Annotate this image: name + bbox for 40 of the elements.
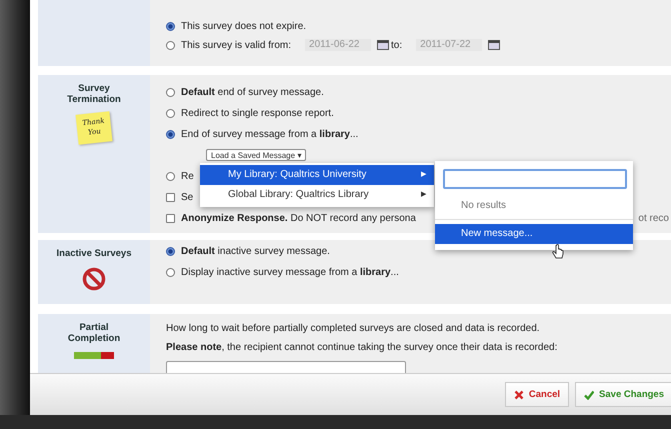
- search-field[interactable]: [443, 169, 627, 189]
- section-heading: Inactive Surveys: [56, 248, 132, 259]
- new-message-item[interactable]: New message...: [435, 224, 633, 244]
- section-heading: Survey Termination: [66, 83, 122, 105]
- radio-button[interactable]: [166, 268, 175, 276]
- to-label: to:: [391, 40, 402, 50]
- prohibited-icon: [82, 267, 106, 291]
- option-label: Redirect to single response report.: [181, 108, 334, 118]
- description-text: Please note, the recipient cannot continue taking the survey once their data is recorded:: [166, 342, 558, 353]
- radio-button[interactable]: [166, 246, 175, 256]
- option-label: Display inactive survey message from a library...: [181, 266, 399, 278]
- option-label: ot reco: [638, 212, 670, 224]
- option-label: End of survey message from a library...: [181, 128, 358, 140]
- radio-button[interactable]: [166, 88, 175, 96]
- radio-button[interactable]: [166, 108, 175, 118]
- option-label: Anonymize Response. Do NOT record any persona: [181, 212, 416, 224]
- radio-button[interactable]: [166, 22, 175, 30]
- calendar-icon[interactable]: [377, 40, 390, 50]
- radio-button[interactable]: [166, 40, 175, 50]
- no-results-text: No results: [435, 193, 633, 220]
- option-label: Re: [181, 170, 194, 182]
- check-icon: [584, 390, 594, 400]
- calendar-icon[interactable]: [488, 40, 500, 50]
- option-label: Default end of survey message.: [181, 86, 324, 98]
- checkbox[interactable]: [166, 214, 175, 222]
- description-text: How long to wait before partially completed surveys are closed and data is recorded.: [166, 323, 541, 334]
- option-label: Se: [181, 192, 194, 202]
- section-heading: Partial Completion: [66, 322, 122, 344]
- radio-button[interactable]: [166, 130, 175, 138]
- option-label: This survey is valid from:: [181, 40, 292, 50]
- checkbox[interactable]: [166, 192, 175, 202]
- radio-button[interactable]: [166, 172, 175, 180]
- option-label: Default inactive survey message.: [181, 246, 330, 256]
- option-label: This survey does not expire.: [181, 20, 306, 32]
- progress-meter-icon: [74, 352, 114, 359]
- dropdown-field[interactable]: [166, 361, 406, 373]
- save-button[interactable]: Save Changes: [575, 382, 671, 407]
- cancel-button[interactable]: Cancel: [504, 382, 570, 407]
- load-message-button[interactable]: Load a Saved Message ▾: [206, 149, 306, 161]
- close-icon: [514, 390, 524, 400]
